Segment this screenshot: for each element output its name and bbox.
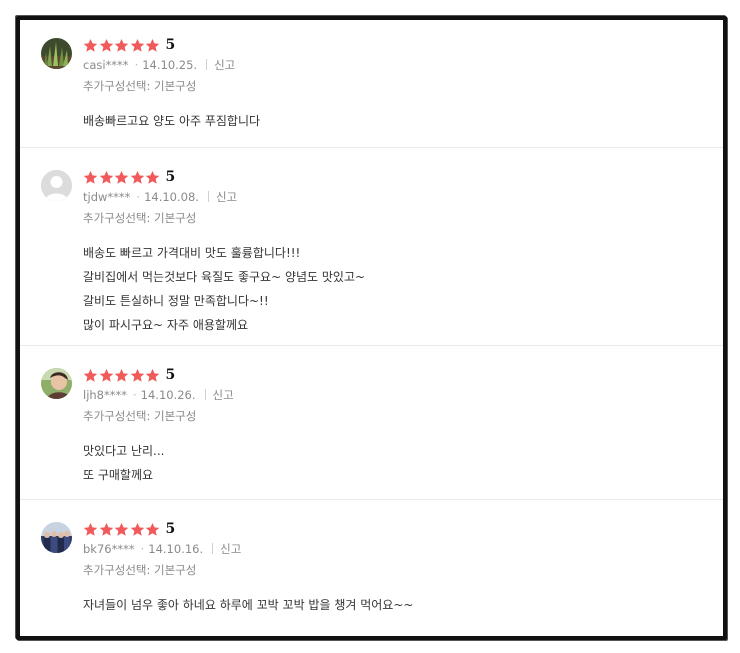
star-icon — [83, 522, 98, 536]
meta-dot: · — [136, 190, 141, 204]
star-icon — [99, 522, 113, 536]
report-link[interactable]: 신고 — [216, 190, 237, 204]
review-text: 배송도 빠르고 가격대비 맛도 훌륭합니다!!! 갈비집에서 먹는것보다 육질도… — [83, 241, 713, 337]
review-text: 맛있다고 난리... 또 구매할께요 — [83, 439, 713, 487]
meta-separator — [207, 191, 209, 202]
star-icon — [130, 170, 144, 184]
review-date: 14.10.26. — [140, 388, 196, 402]
star-icon — [99, 170, 113, 184]
review-line: 맛있다고 난리... — [83, 444, 165, 458]
review-line: 배송빠르고요 양도 아주 푸짐합니다 — [83, 114, 261, 128]
review-meta: ljh8**** · 14.10.26. 신고 — [83, 386, 713, 404]
star-rating — [83, 522, 161, 537]
star-icon — [114, 170, 129, 184]
user-id: bk76**** — [83, 542, 135, 556]
review-line: 많이 파시구요~ 자주 애용할께요 — [83, 318, 249, 332]
meta-dot: · — [140, 542, 145, 556]
option-info: 추가구성선택: 기본구성 — [83, 563, 197, 577]
review-meta: tjdw**** · 14.10.08. 신고 — [83, 188, 713, 206]
review-meta: bk76**** · 14.10.16. 신고 — [83, 540, 713, 558]
rating-score: 5 — [165, 37, 176, 53]
review-date: 14.10.25. — [142, 58, 198, 72]
star-rating — [83, 38, 161, 53]
report-link[interactable]: 신고 — [220, 542, 241, 556]
divider — [20, 499, 723, 500]
rating-score: 5 — [165, 169, 176, 185]
star-icon — [83, 170, 98, 184]
plant-photo-avatar[interactable] — [41, 38, 72, 69]
review-line: 또 구매할께요 — [83, 468, 154, 482]
star-icon — [83, 38, 98, 52]
user-id: casi**** — [83, 58, 129, 72]
star-icon — [114, 38, 129, 52]
star-icon — [114, 368, 129, 382]
star-icon — [130, 368, 144, 382]
divider — [20, 147, 723, 148]
rating: 5 — [83, 167, 713, 187]
star-icon — [99, 368, 113, 382]
divider — [20, 345, 723, 346]
meta-separator — [212, 543, 214, 554]
option-info: 추가구성선택: 기본구성 — [83, 211, 197, 225]
review-list-frame: 5 casi**** · 14.10.25. 신고 추가구성선택: 기본구성 배송빠르… — [16, 16, 727, 640]
rating-score: 5 — [165, 367, 176, 383]
person-photo-avatar[interactable] — [41, 368, 72, 399]
review-line: 갈비도 튼실하니 정말 만족합니다~!! — [83, 294, 269, 308]
review-line: 배송도 빠르고 가격대비 맛도 훌륭합니다!!! — [83, 246, 301, 260]
review-date: 14.10.16. — [148, 542, 204, 556]
star-icon — [145, 522, 160, 536]
star-rating — [83, 368, 161, 383]
star-icon — [114, 522, 129, 536]
report-link[interactable]: 신고 — [213, 388, 234, 402]
star-icon — [145, 38, 160, 52]
star-icon — [130, 38, 144, 52]
meta-dot: · — [133, 388, 137, 402]
review-text: 자녀들이 넘우 좋아 하네요 하루에 꼬박 꼬박 밥을 챙겨 먹어요~~ — [83, 593, 713, 617]
rating: 5 — [83, 365, 713, 385]
option-info: 추가구성선택: 기본구성 — [83, 79, 197, 93]
rating-score: 5 — [165, 521, 176, 537]
review-line: 갈비집에서 먹는것보다 육질도 좋구요~ 양념도 맛있고~ — [83, 270, 366, 284]
star-rating — [83, 170, 161, 185]
default-user-avatar[interactable] — [41, 170, 72, 201]
star-icon — [99, 38, 113, 52]
group-photo-avatar[interactable] — [41, 522, 72, 553]
star-icon — [145, 368, 160, 382]
rating: 5 — [83, 519, 713, 539]
review-line: 자녀들이 넘우 좋아 하네요 하루에 꼬박 꼬박 밥을 챙겨 먹어요~~ — [83, 598, 414, 612]
review-text: 배송빠르고요 양도 아주 푸짐합니다 — [83, 109, 713, 133]
user-id: tjdw**** — [83, 190, 131, 204]
option-info: 추가구성선택: 기본구성 — [83, 409, 197, 423]
star-icon — [145, 170, 160, 184]
review-date: 14.10.08. — [144, 190, 199, 204]
rating: 5 — [83, 35, 713, 55]
review-meta: casi**** · 14.10.25. 신고 — [83, 56, 713, 74]
star-icon — [83, 368, 98, 382]
meta-separator — [204, 389, 206, 400]
meta-dot: · — [134, 58, 139, 72]
report-link[interactable]: 신고 — [214, 58, 235, 72]
user-id: ljh8**** — [83, 388, 127, 402]
meta-separator — [206, 59, 208, 70]
star-icon — [130, 522, 144, 536]
